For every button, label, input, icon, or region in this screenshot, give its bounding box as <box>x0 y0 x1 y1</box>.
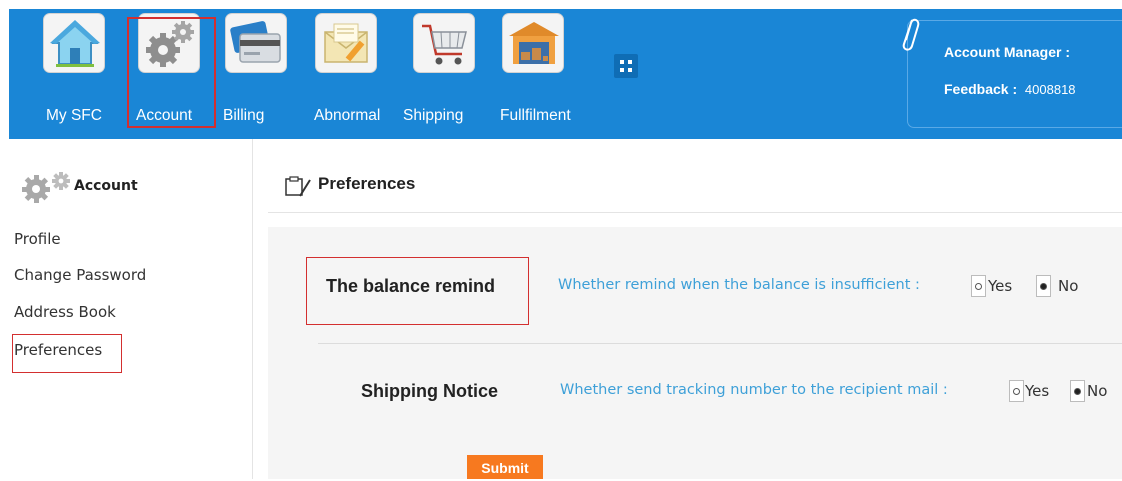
sidebar-item-profile[interactable]: Profile <box>14 230 61 248</box>
home-icon <box>43 13 105 73</box>
active-nav-highlight <box>127 17 216 128</box>
nav-label-fullfilment: Fullfilment <box>500 107 571 124</box>
balance-remind-question: Whether remind when the balance is insuf… <box>558 277 920 293</box>
balance-remind-highlight <box>306 257 529 325</box>
credit-card-icon <box>225 13 287 73</box>
nav-label-my-sfc: My SFC <box>46 107 102 124</box>
nav-label-abnormal: Abnormal <box>314 107 381 124</box>
shipping-notice-question: Whether send tracking number to the reci… <box>560 382 948 398</box>
balance-remind-yes-label: Yes <box>988 277 1013 295</box>
edit-clipboard-icon <box>285 176 311 197</box>
feedback-line: Feedback : 4008818 <box>944 81 1076 97</box>
warehouse-icon <box>502 13 564 73</box>
sidebar-item-address-book[interactable]: Address Book <box>14 303 116 321</box>
feedback-value: 4008818 <box>1024 82 1076 97</box>
sidebar-title: Account <box>74 178 138 194</box>
submit-button[interactable]: Submit <box>467 455 543 479</box>
row-separator <box>318 343 1122 344</box>
sidebar-divider <box>252 139 253 479</box>
active-sidebar-highlight <box>12 334 122 373</box>
balance-remind-yes-radio[interactable] <box>971 275 986 297</box>
account-manager-label: Account Manager : <box>944 44 1071 60</box>
envelope-pencil-icon <box>315 13 377 73</box>
shipping-notice-label: Shipping Notice <box>361 381 498 401</box>
account-manager-panel <box>907 20 1122 128</box>
sidebar-item-change-password[interactable]: Change Password <box>14 266 146 284</box>
nav-label-shipping: Shipping <box>403 107 464 124</box>
nav-label-billing: Billing <box>223 107 265 124</box>
shipping-notice-no-radio[interactable] <box>1070 380 1085 402</box>
paperclip-icon <box>902 18 920 51</box>
account-gears-icon <box>22 172 70 203</box>
shipping-notice-no-label: No <box>1087 382 1108 400</box>
feedback-label: Feedback : <box>944 81 1018 97</box>
balance-remind-no-label: No <box>1058 277 1079 295</box>
apps-grid-icon[interactable] <box>614 54 638 78</box>
shipping-notice-yes-radio[interactable] <box>1009 380 1024 402</box>
balance-remind-no-radio[interactable] <box>1036 275 1051 297</box>
shopping-cart-icon <box>413 13 475 73</box>
shipping-notice-yes-label: Yes <box>1025 382 1050 400</box>
page-title: Preferences <box>318 174 416 193</box>
